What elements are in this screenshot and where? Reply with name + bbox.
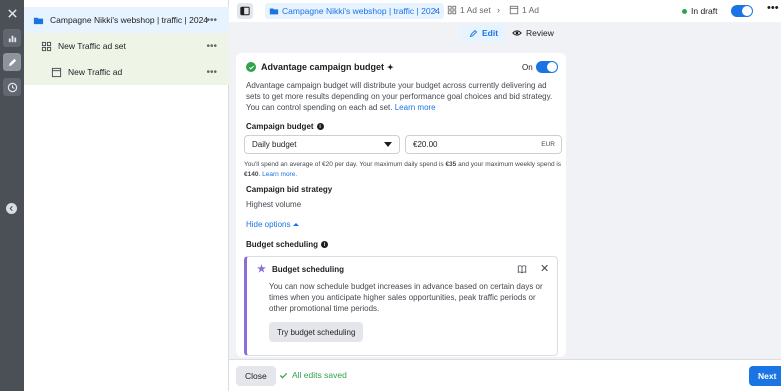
sparkle-icon: ✦ [387,62,394,72]
caret-down-icon [384,142,392,147]
callout-text: You can now schedule budget increases in… [269,282,543,313]
campaign-budget-label-text: Campaign budget [246,122,314,131]
breadcrumb-campaign-label: Campagne Nikki's webshop | traffic | 202… [282,6,441,16]
book-icon[interactable] [517,264,527,276]
breadcrumb-ad-label: 1 Ad [522,5,540,15]
budget-amount-input[interactable]: €20.00 EUR [405,135,562,154]
budget-type-select[interactable]: Daily budget [244,135,400,154]
eye-icon [512,30,522,36]
spend-note-text: You'll spend an average of €20 per day. … [244,161,446,168]
campaign-toggle[interactable] [731,5,753,17]
close-button[interactable]: Close [236,366,276,386]
grid-icon [447,5,457,15]
advantage-title-label: Advantage campaign budget [261,62,385,72]
callout-title: ★ Budget scheduling [257,264,344,275]
budget-scheduling-label: Budget scheduling i [246,240,328,249]
chevron-right-icon: › [497,5,500,15]
advantage-on-label: On [522,63,533,72]
clock-icon[interactable] [3,78,21,96]
left-rail [0,0,24,391]
folder-icon [32,14,44,26]
budget-scheduling-label-text: Budget scheduling [246,240,318,249]
learn-more-link[interactable]: Learn more [395,103,436,112]
tree-item-ad[interactable]: New Traffic ad ••• [24,59,229,85]
try-budget-scheduling-button[interactable]: Try budget scheduling [269,322,364,342]
tree-campaign-label: Campagne Nikki's webshop | traffic | 202… [50,15,209,25]
status-dot-icon [682,8,687,14]
next-button[interactable]: Next [749,366,781,386]
edit-review-tabs: Edit Review [229,22,781,44]
budget-amount-value: €20.00 [413,140,438,149]
folder-icon [269,8,279,15]
draft-status-label: In draft [691,6,718,16]
ad-icon [509,5,519,15]
tab-review[interactable]: Review [504,24,562,42]
campaign-more-icon[interactable]: ••• [206,15,217,26]
pencil-icon [469,29,478,37]
hide-options-link[interactable]: Hide options [246,220,300,229]
tab-edit-label: Edit [482,28,499,38]
ad-more-icon[interactable]: ••• [206,67,217,78]
spend-note: You'll spend an average of €20 per day. … [244,160,562,180]
close-icon[interactable]: ✕ [540,262,549,275]
tab-review-label: Review [526,28,554,38]
tree-ad-label: New Traffic ad [68,67,123,77]
max-daily-spend: €35 [445,161,457,168]
save-status-label: All edits saved [292,370,347,380]
top-bar: Campagne Nikki's webshop | traffic | 202… [229,0,781,22]
chevron-right-icon: › [434,5,437,15]
advantage-title: Advantage campaign budget ✦ [246,62,394,72]
spend-note-text: and your maximum weekly spend is [456,161,562,168]
bid-strategy-value: Highest volume [246,200,302,209]
campaign-tree: Campagne Nikki's webshop | traffic | 202… [24,0,229,391]
tree-adset-label: New Traffic ad set [58,41,126,51]
budget-card: Advantage campaign budget ✦ On Advantage… [236,53,566,357]
tree-item-campaign[interactable]: Campagne Nikki's webshop | traffic | 202… [24,7,229,33]
chart-icon[interactable] [3,29,21,47]
caret-up-icon [293,223,300,226]
breadcrumb-adset-label: 1 Ad set [460,5,491,15]
tab-edit[interactable]: Edit [461,24,507,42]
spend-note-text: . [258,171,261,178]
breadcrumb-ad[interactable]: 1 Ad [509,5,539,15]
check-circle-icon [246,62,256,72]
more-options-icon[interactable]: ••• [767,2,779,14]
pencil-icon[interactable] [3,53,21,71]
max-weekly-spend: €140 [244,171,259,178]
currency-label: EUR [541,141,555,148]
advantage-description: Advantage campaign budget will distribut… [246,80,562,113]
breadcrumb-adset[interactable]: 1 Ad set [447,5,491,15]
ad-icon [50,66,62,78]
budget-scheduling-callout: ★ Budget scheduling ✕ You can now schedu… [244,256,558,356]
close-icon[interactable] [3,4,21,22]
check-icon [279,372,288,379]
draft-status: In draft [682,6,717,16]
grid-icon [40,40,52,52]
bid-strategy-label: Campaign bid strategy [246,185,333,194]
breadcrumb-campaign[interactable]: Campagne Nikki's webshop | traffic | 202… [265,3,445,19]
info-icon[interactable]: i [321,241,328,248]
hide-options-label: Hide options [246,220,291,229]
collapse-arrow-icon[interactable] [6,203,17,214]
tree-item-adset[interactable]: New Traffic ad set ••• [24,33,229,59]
adset-more-icon[interactable]: ••• [206,41,217,52]
campaign-budget-label: Campaign budget i [246,122,324,131]
info-icon[interactable]: i [316,123,324,130]
advantage-toggle[interactable] [536,61,558,73]
footer-bar: Close All edits saved Next [229,359,781,391]
budget-type-value: Daily budget [252,140,297,149]
save-status: All edits saved [279,370,347,380]
spend-learn-more-link[interactable]: Learn more. [262,171,297,178]
panel-toggle-icon[interactable] [237,3,253,19]
star-icon: ★ [257,264,266,275]
callout-title-label: Budget scheduling [271,265,344,274]
